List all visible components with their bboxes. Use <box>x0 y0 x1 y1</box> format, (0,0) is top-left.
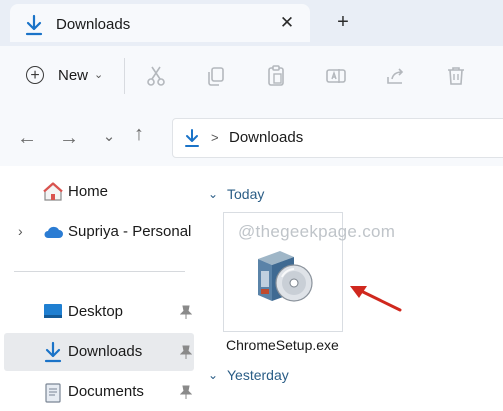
download-icon <box>185 129 199 147</box>
sidebar-item-downloads[interactable]: Downloads <box>4 333 194 371</box>
group-header-yesterday[interactable]: Yesterday <box>227 367 289 383</box>
chevron-down-icon: ⌄ <box>94 69 104 81</box>
paste-icon[interactable] <box>264 64 288 88</box>
new-button[interactable]: + New ⌄ <box>14 58 114 94</box>
share-icon[interactable] <box>384 64 408 88</box>
sidebar-item-label: Desktop <box>68 303 124 320</box>
download-icon <box>25 14 43 36</box>
group-header-today[interactable]: Today <box>227 186 264 202</box>
forward-arrow-icon[interactable]: → <box>58 128 80 150</box>
plus-icon[interactable]: + <box>332 11 354 33</box>
breadcrumb[interactable]: Downloads <box>229 129 303 146</box>
documents-icon <box>45 383 61 403</box>
chevron-down-icon[interactable]: ⌄ <box>208 368 218 382</box>
sidebar-item-desktop[interactable]: Desktop <box>4 293 194 331</box>
toolbar-divider <box>124 58 125 94</box>
cut-icon[interactable] <box>144 64 168 88</box>
chevron-down-icon[interactable]: ⌄ <box>98 127 120 149</box>
home-icon <box>43 182 63 201</box>
up-arrow-icon[interactable]: ↑ <box>128 124 150 146</box>
sidebar-item-documents[interactable]: Documents <box>4 373 194 411</box>
new-button-label: New <box>58 67 89 84</box>
sidebar-item-label: Supriya - Personal <box>68 223 192 240</box>
pin-icon[interactable] <box>180 385 192 399</box>
installer-icon <box>258 251 313 302</box>
address-bar[interactable]: > Downloads <box>172 118 503 158</box>
copy-icon[interactable] <box>204 64 228 88</box>
sidebar-item-home[interactable]: Home <box>4 173 194 211</box>
file-name[interactable]: ChromeSetup.exe <box>226 337 339 353</box>
rename-icon[interactable] <box>324 64 348 88</box>
pin-icon[interactable] <box>180 345 192 359</box>
tab-title: Downloads <box>56 16 131 33</box>
chevron-right-icon[interactable]: › <box>18 223 23 239</box>
sidebar-item-label: Documents <box>68 383 144 400</box>
back-arrow-icon[interactable]: ← <box>16 128 38 150</box>
plus-circle-icon: + <box>26 66 44 84</box>
breadcrumb-separator: > <box>211 130 219 145</box>
tab-downloads[interactable]: Downloads ✕ <box>10 4 310 42</box>
desktop-icon <box>44 304 62 318</box>
pin-icon[interactable] <box>180 305 192 319</box>
sidebar-divider <box>14 271 185 272</box>
cloud-icon <box>44 226 63 238</box>
sidebar-item-label: Downloads <box>68 343 143 360</box>
delete-icon[interactable] <box>444 64 468 88</box>
download-icon <box>44 341 62 363</box>
annotation-arrow-icon <box>350 286 402 312</box>
close-icon[interactable]: ✕ <box>276 12 298 34</box>
sidebar-item-onedrive[interactable]: › Supriya - Personal <box>4 213 194 251</box>
chevron-down-icon[interactable]: ⌄ <box>208 187 218 201</box>
watermark: @thegeekpage.com <box>238 222 396 241</box>
sidebar-item-label: Home <box>68 183 109 200</box>
